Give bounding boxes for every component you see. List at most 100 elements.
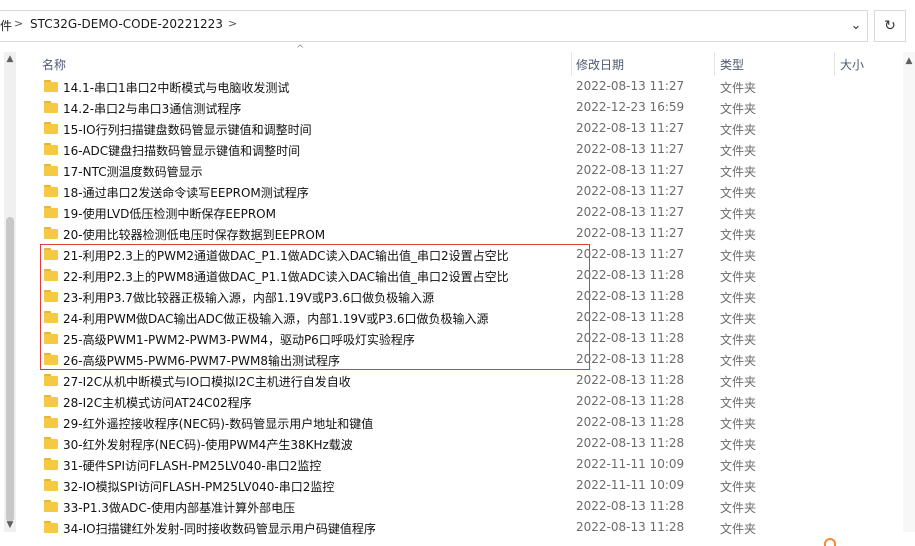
table-row[interactable]: 26-高级PWM5-PWM6-PWM7-PWM8输出测试程序 2022-08-13… (40, 349, 900, 370)
folder-icon (44, 101, 58, 113)
file-list-scrollbar[interactable]: ▲ (903, 52, 915, 532)
scroll-up-icon[interactable]: ▲ (903, 56, 915, 66)
file-type: 文件夹 (720, 354, 757, 368)
file-name[interactable]: 15-IO行列扫描键盘数码管显示键值和调整时间 (63, 121, 312, 138)
file-type: 文件夹 (720, 207, 757, 221)
file-modified-date: 2022-08-13 11:27 (576, 226, 685, 240)
file-name[interactable]: 33-P1.3做ADC-使用内部基准计算外部电压 (63, 499, 295, 516)
column-divider[interactable] (571, 52, 572, 76)
breadcrumb-prev[interactable]: 件 (0, 17, 12, 34)
file-name[interactable]: 28-I2C主机模式访问AT24C02程序 (63, 394, 252, 411)
table-row[interactable]: 28-I2C主机模式访问AT24C02程序 2022-08-13 11:28 文件夹 (40, 391, 900, 412)
table-row[interactable]: 22-利用P2.3上的PWM8通道做DAC_P1.1做ADC读入DAC输出值_串… (40, 265, 900, 286)
folder-icon (44, 458, 58, 470)
table-row[interactable]: 23-利用P3.7做比较器正极输入源，内部1.19V或P3.6口做负极输入源 20… (40, 286, 900, 307)
table-row[interactable]: 14.1-串口1串口2中断模式与电脑收发测试 2022-08-13 11:27 文件… (40, 76, 900, 97)
file-type: 文件夹 (720, 375, 757, 389)
file-name[interactable]: 14.2-串口2与串口3通信测试程序 (63, 100, 241, 117)
file-name[interactable]: 20-使用比较器检测低电压时保存数据到EEPROM (63, 226, 325, 243)
table-row[interactable]: 14.2-串口2与串口3通信测试程序 2022-12-23 16:59 文件夹 (40, 97, 900, 118)
table-row[interactable]: 17-NTC测温度数码管显示 2022-08-13 11:27 文件夹 (40, 160, 900, 181)
file-modified-date: 2022-08-13 11:28 (576, 499, 685, 513)
file-type: 文件夹 (720, 270, 757, 284)
file-name[interactable]: 24-利用PWM做DAC输出ADC做正极输入源，内部1.19V或P3.6口做负极… (63, 310, 489, 327)
file-name[interactable]: 29-红外遥控接收程序(NEC码)-数码管显示用户地址和键值 (63, 415, 373, 432)
file-name[interactable]: 17-NTC测温度数码管显示 (63, 163, 203, 180)
folder-icon (44, 521, 58, 533)
refresh-icon: ↻ (884, 18, 896, 34)
file-modified-date: 2022-08-13 11:28 (576, 436, 685, 450)
column-header-size[interactable]: 大小 (840, 56, 864, 73)
file-name[interactable]: 27-I2C从机中断模式与IO口模拟I2C主机进行自发自收 (63, 373, 351, 390)
file-name[interactable]: 18-通过串口2发送命令读写EEPROM测试程序 (63, 184, 309, 201)
breadcrumb-separator-icon[interactable]: > (14, 17, 23, 30)
table-row[interactable]: 33-P1.3做ADC-使用内部基准计算外部电压 2022-08-13 11:28… (40, 496, 900, 517)
table-row[interactable]: 16-ADC键盘扫描数码管显示键值和调整时间 2022-08-13 11:27 文件… (40, 139, 900, 160)
file-modified-date: 2022-08-13 11:28 (576, 268, 685, 282)
file-modified-date: 2022-08-13 11:28 (576, 310, 685, 324)
table-row[interactable]: 34-IO扫描键红外发射-同时接收数码管显示用户码键值程序 2022-08-13 … (40, 517, 900, 538)
file-name[interactable]: 16-ADC键盘扫描数码管显示键值和调整时间 (63, 142, 300, 159)
table-row[interactable]: 20-使用比较器检测低电压时保存数据到EEPROM 2022-08-13 11:2… (40, 223, 900, 244)
folder-icon (44, 374, 58, 386)
folder-icon (44, 122, 58, 134)
file-name[interactable]: 34-IO扫描键红外发射-同时接收数码管显示用户码键值程序 (63, 520, 376, 537)
table-row[interactable]: 21-利用P2.3上的PWM2通道做DAC_P1.1做ADC读入DAC输出值_串… (40, 244, 900, 265)
column-header-date[interactable]: 修改日期 (576, 56, 624, 73)
folder-icon (44, 227, 58, 239)
table-row[interactable]: 27-I2C从机中断模式与IO口模拟I2C主机进行自发自收 2022-08-13 … (40, 370, 900, 391)
folder-icon (44, 80, 58, 92)
file-name[interactable]: 26-高级PWM5-PWM6-PWM7-PWM8输出测试程序 (63, 352, 340, 369)
file-modified-date: 2022-08-13 11:27 (576, 163, 685, 177)
tray-hint (818, 537, 915, 546)
column-header-name[interactable]: 名称 (42, 56, 66, 73)
folder-icon (44, 395, 58, 407)
file-name[interactable]: 23-利用P3.7做比较器正极输入源，内部1.19V或P3.6口做负极输入源 (63, 289, 434, 306)
file-type: 文件夹 (720, 522, 757, 536)
column-divider[interactable] (714, 52, 715, 76)
folder-icon (44, 143, 58, 155)
table-row[interactable]: 18-通过串口2发送命令读写EEPROM测试程序 2022-08-13 11:27… (40, 181, 900, 202)
address-dropdown-icon[interactable]: ⌄ (848, 18, 864, 34)
breadcrumb-separator-icon[interactable]: > (228, 17, 237, 30)
table-row[interactable]: 25-高级PWM1-PWM2-PWM3-PWM4，驱动P6口呼吸灯实验程序 202… (40, 328, 900, 349)
table-row[interactable]: 32-IO模拟SPI访问FLASH-PM25LV040-串口2监控 2022-11… (40, 475, 900, 496)
column-header: 名称 修改日期 类型 大小 (0, 52, 915, 76)
file-name[interactable]: 25-高级PWM1-PWM2-PWM3-PWM4，驱动P6口呼吸灯实验程序 (63, 331, 415, 348)
nav-pane-scrollbar[interactable]: ▲ ▼ (4, 52, 16, 532)
refresh-button[interactable]: ↻ (874, 10, 906, 42)
folder-icon (44, 290, 58, 302)
file-modified-date: 2022-08-13 11:28 (576, 394, 685, 408)
breadcrumb-current[interactable]: STC32G-DEMO-CODE-20221223 (30, 17, 223, 31)
file-type: 文件夹 (720, 417, 757, 431)
file-type: 文件夹 (720, 291, 757, 305)
folder-icon (44, 353, 58, 365)
table-row[interactable]: 15-IO行列扫描键盘数码管显示键值和调整时间 2022-08-13 11:27 文… (40, 118, 900, 139)
folder-icon (44, 500, 58, 512)
file-name[interactable]: 21-利用P2.3上的PWM2通道做DAC_P1.1做ADC读入DAC输出值_串… (63, 247, 509, 264)
table-row[interactable]: 30-红外发射程序(NEC码)-使用PWM4产生38KHz载波 2022-08-1… (40, 433, 900, 454)
file-name[interactable]: 32-IO模拟SPI访问FLASH-PM25LV040-串口2监控 (63, 478, 334, 495)
scroll-down-icon[interactable]: ▼ (4, 518, 16, 532)
table-row[interactable]: 31-硬件SPI访问FLASH-PM25LV040-串口2监控 2022-11-1… (40, 454, 900, 475)
folder-icon (44, 479, 58, 491)
file-modified-date: 2022-08-13 11:28 (576, 289, 685, 303)
scrollbar-thumb[interactable] (6, 217, 14, 522)
address-bar: 件 > STC32G-DEMO-CODE-20221223 > ⌄ ↻ (0, 0, 915, 52)
file-name[interactable]: 14.1-串口1串口2中断模式与电脑收发测试 (63, 79, 289, 96)
app-logo-icon (824, 538, 836, 546)
table-row[interactable]: 19-使用LVD低压检测中断保存EEPROM 2022-08-13 11:27 文件… (40, 202, 900, 223)
file-modified-date: 2022-08-13 11:28 (576, 352, 685, 366)
file-name[interactable]: 30-红外发射程序(NEC码)-使用PWM4产生38KHz载波 (63, 436, 353, 453)
file-type: 文件夹 (720, 501, 757, 515)
column-header-type[interactable]: 类型 (720, 56, 744, 73)
table-row[interactable]: 29-红外遥控接收程序(NEC码)-数码管显示用户地址和键值 2022-08-13… (40, 412, 900, 433)
file-name[interactable]: 22-利用P2.3上的PWM8通道做DAC_P1.1做ADC读入DAC输出值_串… (63, 268, 509, 285)
table-row[interactable]: 24-利用PWM做DAC输出ADC做正极输入源，内部1.19V或P3.6口做负极… (40, 307, 900, 328)
column-divider[interactable] (834, 52, 835, 76)
file-name[interactable]: 19-使用LVD低压检测中断保存EEPROM (63, 205, 276, 222)
file-name[interactable]: 31-硬件SPI访问FLASH-PM25LV040-串口2监控 (63, 457, 321, 474)
file-type: 文件夹 (720, 480, 757, 494)
scroll-up-icon[interactable]: ▲ (4, 52, 16, 66)
file-type: 文件夹 (720, 249, 757, 263)
